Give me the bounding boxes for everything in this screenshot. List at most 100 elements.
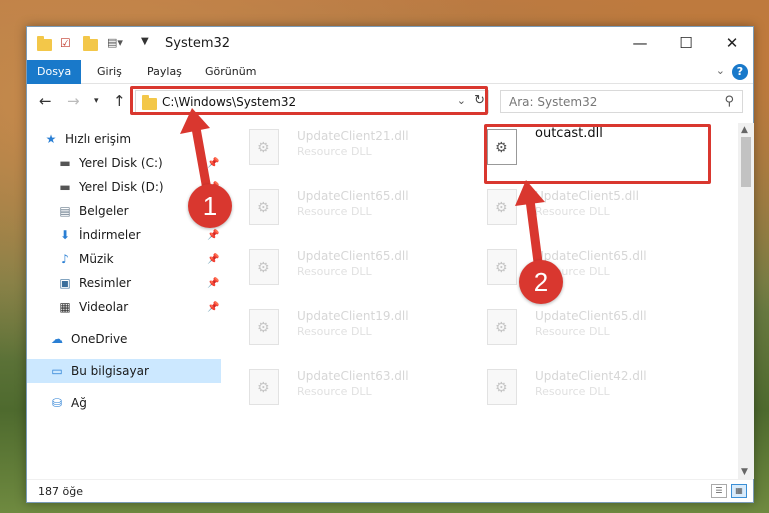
star-icon: ★ — [45, 132, 57, 146]
list-item[interactable]: UpdateClient65.dll Resource DLL — [227, 183, 427, 233]
folder-icon[interactable] — [37, 36, 53, 52]
sidebar-item-music[interactable]: ♪ Müzik 📌 — [27, 247, 221, 271]
search-input[interactable]: Ara: System32 ⚲ — [500, 90, 743, 113]
sidebar-item-downloads[interactable]: ⬇ İndirmeler 📌 — [27, 223, 221, 247]
dll-file-icon — [487, 309, 517, 345]
customize-toolbar-icon[interactable]: ▤▾ — [107, 36, 123, 52]
back-arrow-icon[interactable]: ← — [39, 92, 52, 110]
sidebar-item-local-disk-c[interactable]: ▬ Yerel Disk (C:) 📌 — [27, 151, 221, 175]
sidebar-item-network[interactable]: ⛁ Ağ — [27, 391, 221, 415]
tab-view[interactable]: Görünüm — [195, 60, 266, 84]
help-icon[interactable]: ? — [732, 64, 748, 80]
up-arrow-icon[interactable]: ↑ — [113, 92, 126, 110]
pin-icon[interactable]: 📌 — [207, 158, 219, 169]
chevron-down-icon[interactable]: ⌄ — [716, 64, 725, 77]
sidebar-item-label: Bu bilgisayar — [71, 364, 149, 378]
list-item[interactable]: UpdateClient65.dll Resource DLL — [465, 303, 665, 353]
tab-file[interactable]: Dosya — [27, 60, 82, 84]
list-item[interactable]: UpdateClient42.dll Resource DLL — [465, 363, 665, 413]
list-item[interactable]: UpdateClient19.dll Resource DLL — [227, 303, 427, 353]
file-name: UpdateClient21.dll — [297, 129, 409, 143]
drive-icon: ▬ — [59, 180, 71, 194]
properties-icon[interactable]: ☑ — [60, 36, 76, 52]
file-type: Resource DLL — [535, 325, 610, 338]
drive-icon: ▬ — [59, 156, 71, 170]
scrollbar-thumb[interactable] — [741, 137, 751, 187]
file-name: UpdateClient65.dll — [535, 249, 647, 263]
file-type: Resource DLL — [535, 385, 610, 398]
dll-file-icon — [249, 189, 279, 225]
music-icon: ♪ — [61, 252, 69, 266]
file-name: UpdateClient63.dll — [297, 369, 409, 383]
vertical-scrollbar[interactable]: ▲ ▼ — [738, 123, 754, 479]
sidebar-item-label: İndirmeler — [79, 228, 141, 242]
dll-file-icon — [487, 189, 517, 225]
list-item[interactable]: UpdateClient5.dll Resource DLL — [465, 183, 665, 233]
ribbon-tabs: Dosya Giriş Paylaş Görünüm ⌄ ? — [27, 60, 753, 84]
step-2-badge: 2 — [519, 260, 563, 304]
file-name: UpdateClient5.dll — [535, 189, 639, 203]
sidebar-item-label: OneDrive — [71, 332, 128, 346]
sidebar-item-label: Hızlı erişim — [65, 132, 132, 146]
list-item[interactable]: UpdateClient65.dll Resource DLL — [465, 243, 665, 293]
close-button[interactable]: ✕ — [709, 27, 755, 59]
item-count: 187 öğe — [38, 485, 83, 498]
list-item[interactable]: UpdateClient21.dll Resource DLL — [227, 123, 427, 173]
sidebar-item-this-pc[interactable]: ▭ Bu bilgisayar — [27, 359, 221, 383]
dll-file-icon — [249, 129, 279, 165]
pin-icon[interactable]: 📌 — [207, 230, 219, 241]
documents-icon: ▤ — [59, 204, 71, 218]
search-icon[interactable]: ⚲ — [724, 94, 734, 109]
maximize-button[interactable]: ☐ — [663, 27, 709, 59]
downloads-icon: ⬇ — [59, 228, 71, 242]
videos-icon: ▦ — [59, 300, 71, 314]
minimize-button[interactable]: — — [617, 27, 663, 59]
recent-locations-icon[interactable]: ▾ — [94, 96, 99, 106]
dropdown-arrow-icon[interactable]: ▼ — [141, 36, 157, 52]
sidebar-item-quick-access[interactable]: ★ Hızlı erişim — [27, 127, 221, 151]
forward-arrow-icon[interactable]: → — [67, 92, 80, 110]
file-highlight — [484, 124, 711, 184]
file-type: Resource DLL — [297, 145, 372, 158]
dll-file-icon — [487, 369, 517, 405]
computer-icon: ▭ — [51, 364, 63, 378]
dll-file-icon — [249, 249, 279, 285]
file-type: Resource DLL — [297, 385, 372, 398]
pin-icon[interactable]: 📌 — [207, 278, 219, 289]
step-1-badge: 1 — [188, 184, 232, 228]
file-name: UpdateClient19.dll — [297, 309, 409, 323]
list-item[interactable]: UpdateClient63.dll Resource DLL — [227, 363, 427, 413]
tab-home[interactable]: Giriş — [87, 60, 132, 84]
sidebar-item-onedrive[interactable]: ☁ OneDrive — [27, 327, 221, 351]
pictures-icon: ▣ — [59, 276, 71, 290]
sidebar-item-label: Yerel Disk (C:) — [79, 156, 163, 170]
tab-share[interactable]: Paylaş — [137, 60, 192, 84]
status-bar: 187 öğe ☰ ▦ — [27, 479, 753, 503]
sidebar-item-label: Ağ — [71, 396, 87, 410]
list-item[interactable]: UpdateClient65.dll Resource DLL — [227, 243, 427, 293]
file-type: Resource DLL — [535, 205, 610, 218]
address-bar-highlight — [130, 86, 488, 115]
sidebar-item-videos[interactable]: ▦ Videolar 📌 — [27, 295, 221, 319]
dll-file-icon — [249, 309, 279, 345]
new-folder-icon[interactable] — [83, 36, 99, 52]
tiles-view-icon[interactable]: ▦ — [731, 484, 747, 498]
file-type: Resource DLL — [297, 205, 372, 218]
title-bar: ☑ ▤▾ ▼ System32 — ☐ ✕ — [27, 27, 753, 60]
file-name: UpdateClient65.dll — [297, 189, 409, 203]
sidebar-item-pictures[interactable]: ▣ Resimler 📌 — [27, 271, 221, 295]
window-title: System32 — [165, 36, 231, 51]
sidebar-item-label: Yerel Disk (D:) — [79, 180, 164, 194]
file-name: UpdateClient42.dll — [535, 369, 647, 383]
network-icon: ⛁ — [51, 396, 63, 410]
sidebar-item-label: Resimler — [79, 276, 132, 290]
scroll-up-icon[interactable]: ▲ — [741, 125, 748, 135]
file-name: UpdateClient65.dll — [535, 309, 647, 323]
dll-file-icon — [249, 369, 279, 405]
pin-icon[interactable]: 📌 — [207, 254, 219, 265]
scroll-down-icon[interactable]: ▼ — [741, 467, 748, 477]
sidebar-item-label: Videolar — [79, 300, 129, 314]
details-view-icon[interactable]: ☰ — [711, 484, 727, 498]
pin-icon[interactable]: 📌 — [207, 302, 219, 313]
file-type: Resource DLL — [297, 265, 372, 278]
